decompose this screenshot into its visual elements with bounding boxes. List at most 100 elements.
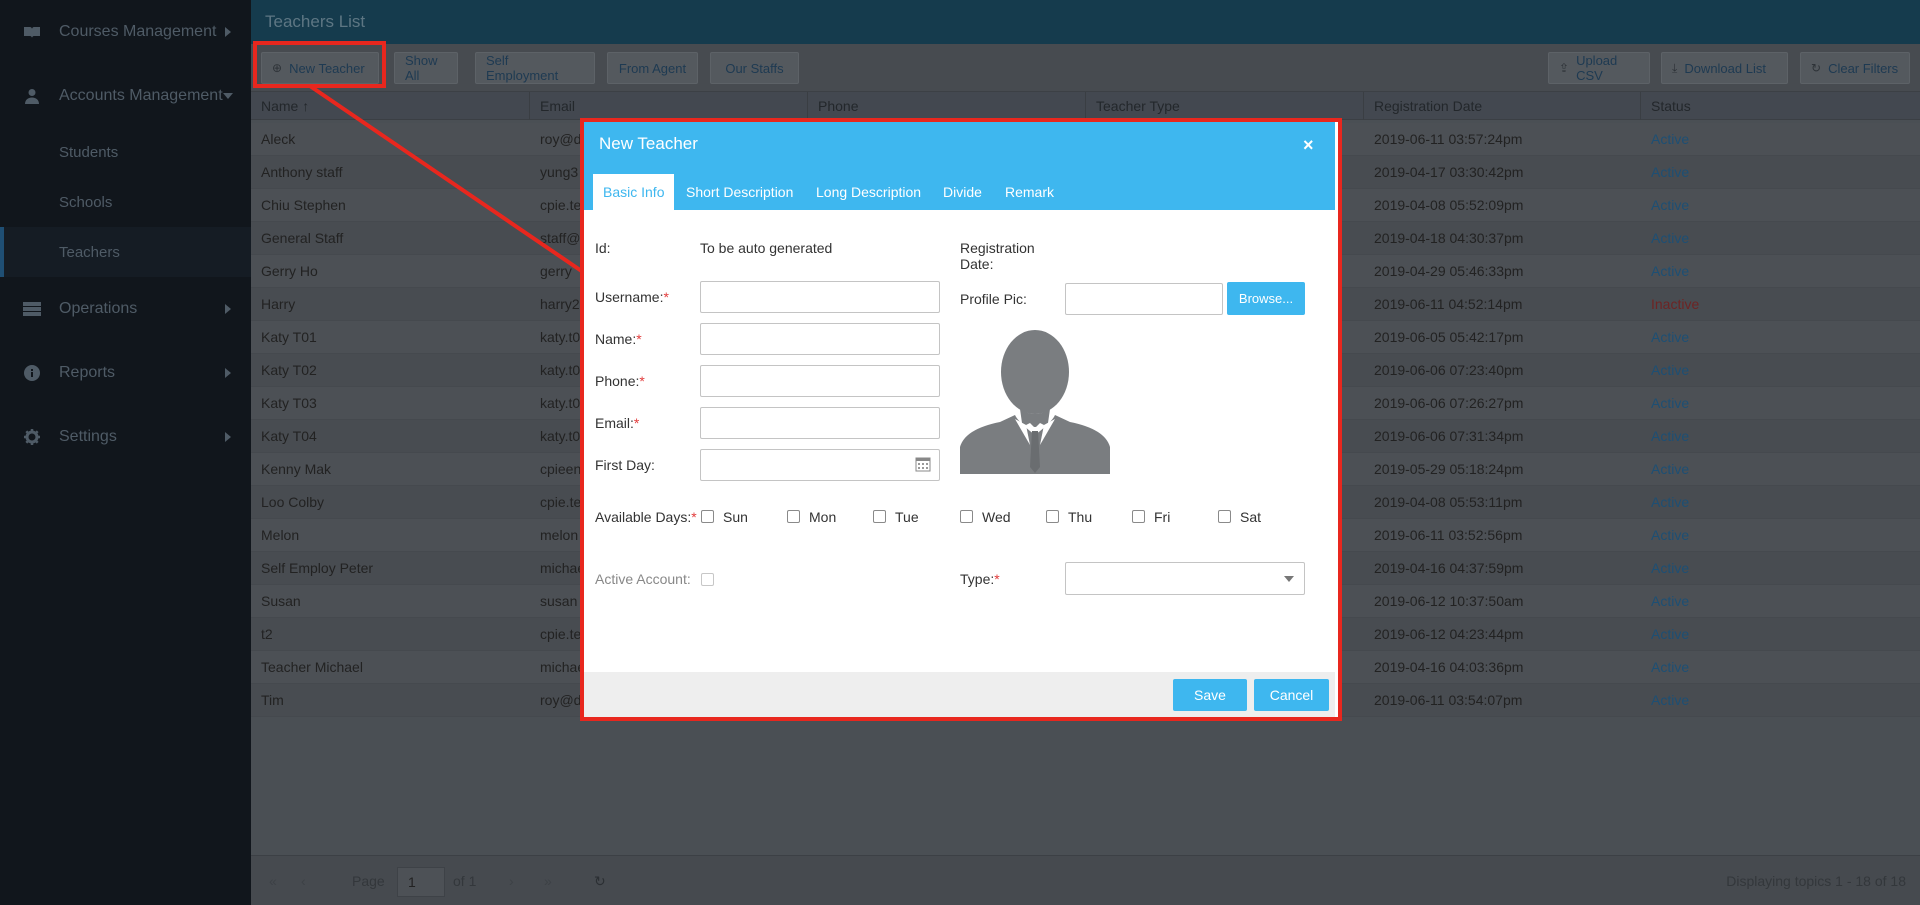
day-label: Tue xyxy=(895,509,919,525)
from-agent-button[interactable]: From Agent xyxy=(607,52,698,84)
last-page-icon[interactable]: » xyxy=(544,873,552,889)
cell-status: Inactive xyxy=(1651,296,1700,312)
cell-status: Active xyxy=(1651,131,1690,147)
cell-status: Active xyxy=(1651,230,1690,246)
cell-name: Katy T04 xyxy=(261,428,317,444)
clear-filters-button[interactable]: ↻ Clear Filters xyxy=(1800,52,1910,84)
tab-divide[interactable]: Divide xyxy=(943,174,982,210)
show-all-button[interactable]: Show All xyxy=(394,52,458,84)
day-checkbox-mon[interactable] xyxy=(787,510,800,523)
nav-students[interactable]: Students xyxy=(0,127,251,177)
nav-teachers[interactable]: Teachers xyxy=(0,227,251,277)
column-header-status[interactable]: Status xyxy=(1641,92,1920,120)
cancel-button[interactable]: Cancel xyxy=(1254,679,1329,711)
self-employment-button[interactable]: Self Employment xyxy=(475,52,595,84)
download-icon: ⤓ xyxy=(1672,60,1678,75)
cell-name: Kenny Mak xyxy=(261,461,332,477)
info-icon xyxy=(22,365,42,381)
cell-registration-date: 2019-06-06 07:26:27pm xyxy=(1374,395,1524,411)
previous-page-icon[interactable]: ‹ xyxy=(301,873,306,889)
day-label: Fri xyxy=(1154,509,1171,525)
cell-status: Active xyxy=(1651,329,1690,345)
name-input[interactable] xyxy=(700,323,940,355)
cell-registration-date: 2019-04-08 05:53:11pm xyxy=(1374,494,1523,510)
day-checkbox-sun[interactable] xyxy=(701,510,714,523)
button-label: Upload CSV xyxy=(1576,53,1618,83)
column-header-email[interactable]: Email xyxy=(530,92,808,120)
cell-registration-date: 2019-06-12 10:37:50am xyxy=(1374,593,1524,609)
column-header-phone[interactable]: Phone xyxy=(808,92,1086,120)
email-input[interactable] xyxy=(700,407,940,439)
page-label: Page xyxy=(352,873,385,889)
save-button[interactable]: Save xyxy=(1173,679,1247,711)
cell-status: Active xyxy=(1651,428,1690,444)
first-day-date-input[interactable] xyxy=(700,449,940,481)
nav-operations[interactable]: Operations xyxy=(0,277,251,341)
nav-label: Settings xyxy=(59,428,117,445)
close-icon[interactable]: × xyxy=(1303,135,1314,156)
nav-label: Teachers xyxy=(59,243,120,261)
tab-short-description[interactable]: Short Description xyxy=(686,174,793,210)
column-label: Status xyxy=(1651,98,1691,114)
cell-name: Anthony staff xyxy=(261,164,343,180)
column-header-registration-date[interactable]: Registration Date xyxy=(1364,92,1641,120)
cell-status: Active xyxy=(1651,197,1690,213)
day-checkbox-fri[interactable] xyxy=(1132,510,1145,523)
column-header-teacher-type[interactable]: Teacher Type xyxy=(1086,92,1364,120)
nav-label: Students xyxy=(59,143,119,161)
our-staffs-button[interactable]: Our Staffs xyxy=(710,52,799,84)
label-text: Available Days: xyxy=(595,509,692,525)
nav-label: Courses Management xyxy=(59,23,217,40)
nav-accounts-management[interactable]: Accounts Management xyxy=(0,64,251,128)
first-page-icon[interactable]: « xyxy=(269,873,277,889)
tab-basic-info[interactable]: Basic Info xyxy=(593,174,675,210)
day-checkbox-tue[interactable] xyxy=(873,510,886,523)
browse-button[interactable]: Browse... xyxy=(1227,282,1305,315)
label-text: Registration xyxy=(960,240,1035,256)
chevron-right-icon xyxy=(225,27,231,37)
tab-long-description[interactable]: Long Description xyxy=(816,174,921,210)
page-number-input[interactable] xyxy=(397,867,445,897)
nav-courses-management[interactable]: Courses Management xyxy=(0,0,251,64)
type-select[interactable] xyxy=(1065,562,1305,595)
cell-name: Gerry Ho xyxy=(261,263,318,279)
tab-remark[interactable]: Remark xyxy=(1005,174,1054,210)
cell-status: Active xyxy=(1651,362,1690,378)
page-title: Teachers List xyxy=(265,12,366,31)
username-input[interactable] xyxy=(700,281,940,313)
calendar-icon[interactable] xyxy=(915,456,931,475)
profile-pic-path-input[interactable] xyxy=(1065,283,1223,315)
pager: « ‹ Page of 1 › » ↻ Displaying topics 1 … xyxy=(251,855,1920,905)
name-label: Name:* xyxy=(595,331,642,347)
annotation-highlight-box xyxy=(253,41,386,88)
required-mark: * xyxy=(636,331,642,347)
nav-settings[interactable]: Settings xyxy=(0,405,251,469)
download-list-button[interactable]: ⤓ Download List xyxy=(1661,52,1788,84)
active-account-checkbox[interactable] xyxy=(701,573,714,586)
cell-name: Katy T02 xyxy=(261,362,317,378)
next-page-icon[interactable]: › xyxy=(509,873,514,889)
day-checkbox-thu[interactable] xyxy=(1046,510,1059,523)
type-label: Type:* xyxy=(960,571,1000,587)
day-label: Sat xyxy=(1240,509,1262,525)
column-label: Teacher Type xyxy=(1096,98,1180,114)
cell-name: Susan xyxy=(261,593,301,609)
nav-schools[interactable]: Schools xyxy=(0,177,251,227)
cell-registration-date: 2019-05-29 05:18:24pm xyxy=(1374,461,1524,477)
available-days-label: Available Days:* xyxy=(595,509,697,525)
chevron-right-icon xyxy=(225,368,231,378)
refresh-icon[interactable]: ↻ xyxy=(594,873,606,890)
phone-input[interactable] xyxy=(700,365,940,397)
refresh-icon: ↻ xyxy=(1811,61,1822,75)
sidebar: Courses Management Accounts Management S… xyxy=(0,0,251,905)
day-checkbox-wed[interactable] xyxy=(960,510,973,523)
registration-date-label: Registration Date: xyxy=(960,240,1035,272)
toolbar: ⊕ New Teacher Show All Self Employment Fr… xyxy=(251,44,1920,92)
upload-csv-button[interactable]: ⇪ Upload CSV xyxy=(1548,52,1650,84)
day-checkbox-sat[interactable] xyxy=(1218,510,1231,523)
display-summary: Displaying topics 1 - 18 of 18 xyxy=(1726,873,1906,889)
column-header-name[interactable]: Name ↑ xyxy=(251,92,530,120)
chevron-right-icon xyxy=(225,304,231,314)
button-label: Self Employment xyxy=(486,53,559,83)
nav-reports[interactable]: Reports xyxy=(0,341,251,405)
